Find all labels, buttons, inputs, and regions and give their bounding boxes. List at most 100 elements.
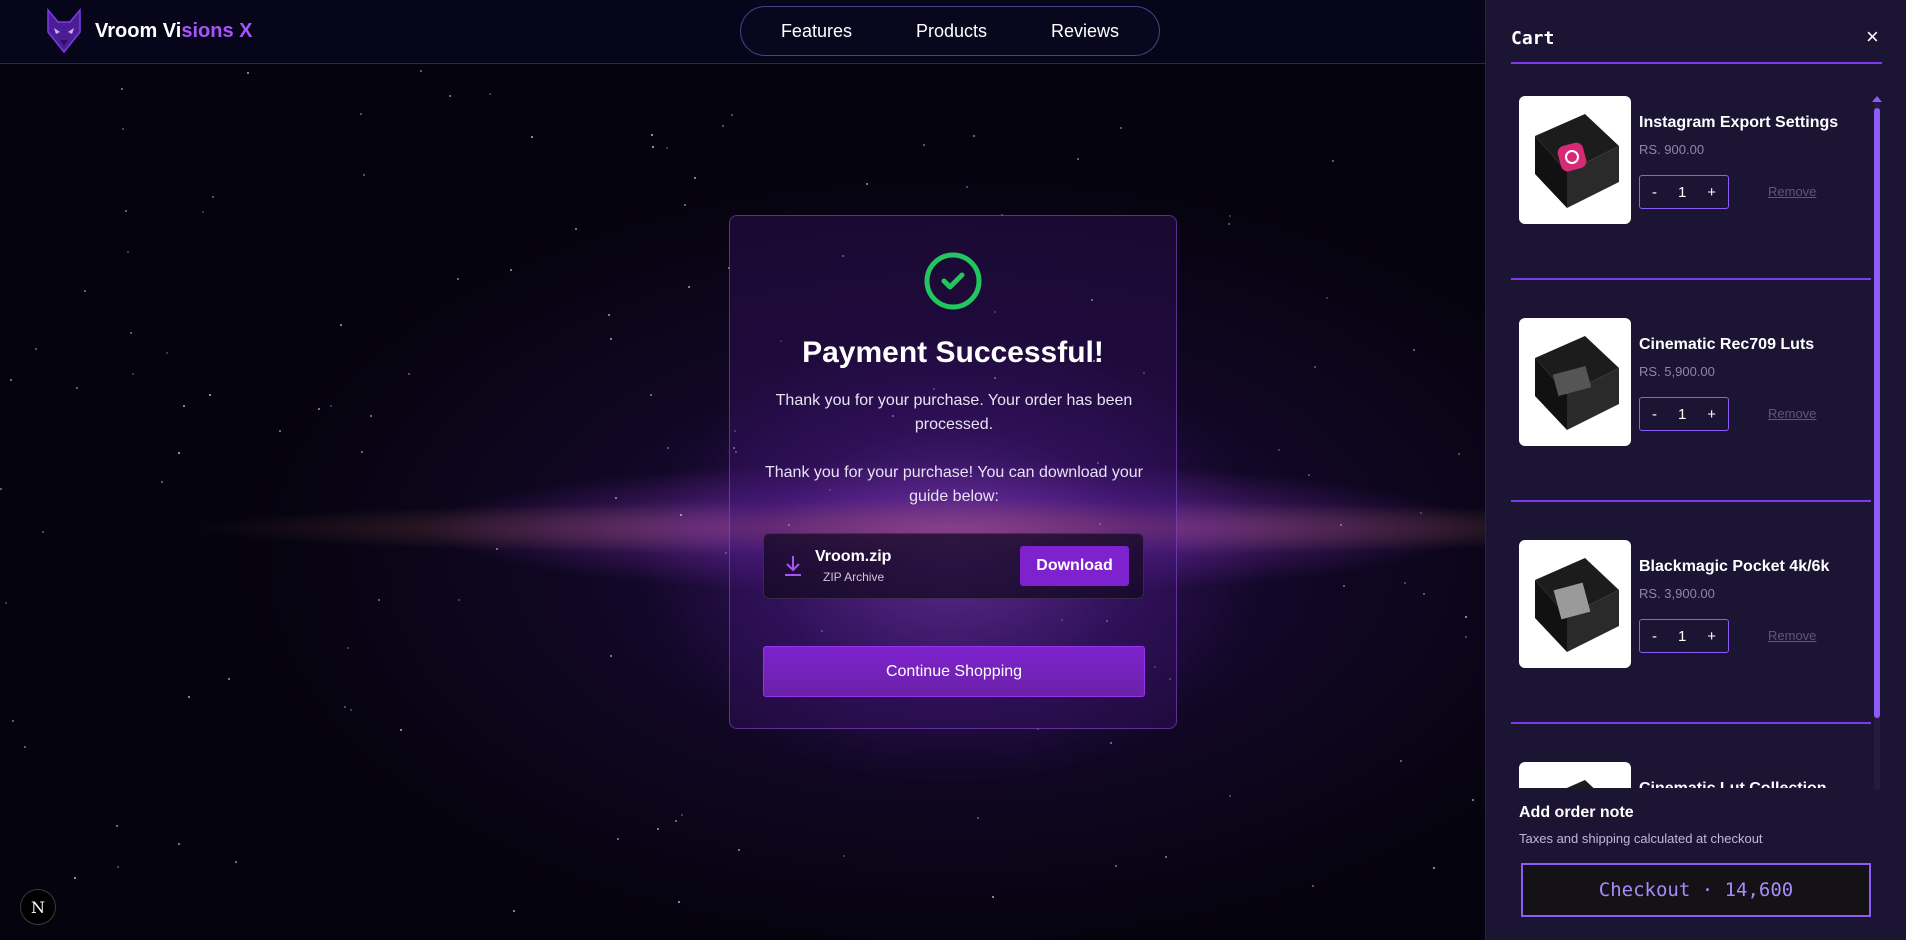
- increase-qty-button[interactable]: +: [1707, 406, 1716, 423]
- star: [694, 177, 696, 179]
- cart-scrollbar-thumb[interactable]: [1874, 108, 1880, 718]
- star: [1120, 127, 1122, 129]
- star: [122, 128, 124, 130]
- increase-qty-button[interactable]: +: [1707, 628, 1716, 645]
- next-logo-icon[interactable]: N: [20, 889, 56, 925]
- product-thumbnail[interactable]: [1519, 96, 1631, 224]
- qty-value: 1: [1677, 183, 1687, 201]
- close-icon[interactable]: ×: [1866, 24, 1879, 50]
- star: [84, 290, 86, 292]
- cart-header-divider: [1511, 62, 1882, 64]
- quantity-stepper: - 1 +: [1639, 619, 1729, 653]
- star: [722, 125, 724, 127]
- star: [178, 843, 180, 845]
- product-thumbnail[interactable]: [1519, 318, 1631, 446]
- success-check-icon: [924, 252, 982, 310]
- star: [350, 709, 352, 711]
- cart-drawer: Cart × Instagram Export Settings RS. 900…: [1485, 0, 1906, 940]
- add-order-note[interactable]: Add order note: [1519, 804, 1634, 822]
- star: [161, 481, 163, 483]
- star: [608, 314, 610, 316]
- star: [866, 183, 868, 185]
- star: [1308, 474, 1310, 476]
- star: [1115, 865, 1117, 867]
- product-thumbnail[interactable]: [1519, 762, 1631, 788]
- star: [340, 324, 342, 326]
- star: [615, 497, 617, 499]
- star: [1110, 742, 1112, 744]
- decrease-qty-button[interactable]: -: [1652, 628, 1657, 645]
- brand-name-part2: sions X: [181, 20, 253, 42]
- star: [731, 114, 733, 116]
- star: [513, 910, 515, 912]
- tax-shipping-note: Taxes and shipping calculated at checkou…: [1519, 831, 1763, 846]
- star: [666, 147, 668, 149]
- star: [1433, 867, 1435, 869]
- product-name: Instagram Export Settings: [1639, 114, 1839, 131]
- star: [1278, 449, 1280, 451]
- cart-items-list: Instagram Export Settings RS. 900.00 - 1…: [1511, 80, 1871, 788]
- star: [10, 379, 12, 381]
- star: [1312, 885, 1314, 887]
- remove-item-link[interactable]: Remove: [1768, 184, 1816, 199]
- star: [1165, 856, 1167, 858]
- star: [1420, 512, 1422, 514]
- qty-value: 1: [1677, 405, 1687, 423]
- product-thumbnail[interactable]: [1519, 540, 1631, 668]
- star: [1465, 636, 1467, 638]
- remove-item-link[interactable]: Remove: [1768, 406, 1816, 421]
- download-button[interactable]: Download: [1020, 546, 1129, 586]
- star: [0, 488, 2, 490]
- star: [1229, 215, 1231, 217]
- star: [1465, 616, 1467, 618]
- star: [610, 655, 612, 657]
- star: [1413, 349, 1415, 351]
- star: [681, 814, 683, 816]
- star: [684, 204, 686, 206]
- continue-shopping-button[interactable]: Continue Shopping: [763, 646, 1145, 697]
- star: [125, 210, 127, 212]
- star: [42, 531, 44, 533]
- star: [966, 186, 968, 188]
- star: [74, 877, 76, 879]
- product-price: RS. 3,900.00: [1639, 586, 1715, 601]
- star: [228, 678, 230, 680]
- item-divider: [1511, 722, 1871, 724]
- star: [843, 855, 845, 857]
- checkout-button[interactable]: Checkout · 14,600: [1521, 863, 1871, 917]
- star: [1332, 160, 1334, 162]
- star: [1400, 760, 1402, 762]
- qty-value: 1: [1677, 627, 1687, 645]
- decrease-qty-button[interactable]: -: [1652, 406, 1657, 423]
- nav-reviews[interactable]: Reviews: [1019, 21, 1151, 42]
- nav-products[interactable]: Products: [884, 21, 1019, 42]
- star: [575, 228, 577, 230]
- star: [209, 394, 211, 396]
- star: [1404, 582, 1406, 584]
- star: [212, 196, 214, 198]
- star: [1458, 453, 1460, 455]
- cart-item: Blackmagic Pocket 4k/6k RS. 3,900.00 - 1…: [1511, 524, 1871, 746]
- file-name: Vroom.zip: [815, 548, 892, 565]
- download-icon: [785, 556, 801, 576]
- star: [318, 408, 320, 410]
- success-message: Thank you for your purchase. Your order …: [775, 392, 1133, 433]
- increase-qty-button[interactable]: +: [1707, 184, 1716, 201]
- star: [378, 599, 380, 601]
- brand-name[interactable]: Vroom Visions X: [95, 20, 252, 43]
- product-name: Cinematic Rec709 Luts: [1639, 336, 1815, 353]
- star: [188, 696, 190, 698]
- cart-item: Cinematic Lut Collection: [1511, 746, 1871, 788]
- wolf-logo-icon[interactable]: [44, 8, 84, 54]
- remove-item-link[interactable]: Remove: [1768, 628, 1816, 643]
- star: [973, 135, 975, 137]
- star: [610, 338, 612, 340]
- star: [363, 174, 365, 176]
- scroll-up-arrow-icon[interactable]: [1872, 96, 1882, 102]
- decrease-qty-button[interactable]: -: [1652, 184, 1657, 201]
- star: [510, 269, 512, 271]
- nav-features[interactable]: Features: [749, 21, 884, 42]
- star: [202, 211, 204, 213]
- star: [738, 849, 740, 851]
- star: [116, 825, 118, 827]
